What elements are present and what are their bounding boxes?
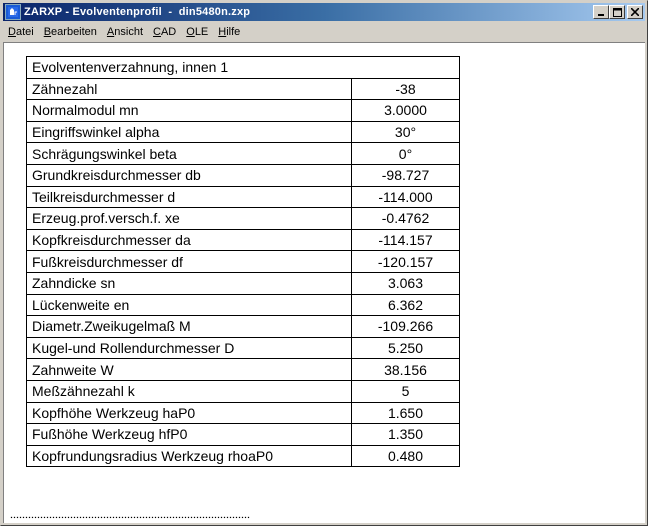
parameter-label: Diametr.Zweikugelmaß M xyxy=(26,315,352,338)
menu-accelerator: C xyxy=(153,25,161,38)
table-row: Teilkreisdurchmesser d -114.000 xyxy=(26,185,460,209)
parameter-value: -109.266 xyxy=(351,315,460,338)
close-icon xyxy=(631,8,639,16)
table-header-row: Evolventenverzahnung, innen 1 xyxy=(26,56,460,79)
menu-datei[interactable]: Datei xyxy=(3,26,39,38)
table-row: Grundkreisdurchmesser db -98.727 xyxy=(26,163,460,187)
parameter-label: Teilkreisdurchmesser d xyxy=(26,185,352,209)
table-title: Evolventenverzahnung, innen 1 xyxy=(26,56,460,79)
parameter-label: Kugel-und Rollendurchmesser D xyxy=(26,336,352,360)
parameter-label: Zahndicke sn xyxy=(26,271,352,295)
parameter-label: Grundkreisdurchmesser db xyxy=(26,163,352,187)
parameter-label: Erzeug.prof.versch.f. xe xyxy=(26,207,352,230)
parameter-value: 6.362 xyxy=(351,293,460,317)
parameter-value: -120.157 xyxy=(351,250,460,273)
menu-label-rest: LE xyxy=(194,25,209,38)
table-row: Kugel-und Rollendurchmesser D 5.250 xyxy=(26,336,460,360)
footer-text-strip: ▪▪▪▪▪▪▪▪▪▪▪▪▪▪▪▪▪▪▪▪▪▪▪▪▪▪▪▪▪▪▪▪▪▪▪▪▪▪▪▪… xyxy=(10,515,251,521)
parameter-label: Eingriffswinkel alpha xyxy=(26,120,352,144)
parameter-value: 38.156 xyxy=(351,358,460,381)
parameter-value: -114.157 xyxy=(351,228,460,252)
parameter-label: Zahnweite W xyxy=(26,358,352,381)
table-row: Meßzähnezahl k5 xyxy=(26,379,460,403)
app-window: ZARXP - Evolventenprofil - din5480n.zxp … xyxy=(0,0,648,526)
menu-bar: Datei Bearbeiten Ansicht CAD OLE Hilfe xyxy=(3,22,645,41)
parameter-label: Fußkreisdurchmesser df xyxy=(26,250,352,273)
menu-label-rest: nsicht xyxy=(114,25,144,38)
parameter-value: -98.727 xyxy=(351,163,460,187)
menu-bearbeiten[interactable]: Bearbeiten xyxy=(39,26,102,38)
parameter-value: -114.000 xyxy=(351,185,460,209)
menu-hilfe[interactable]: Hilfe xyxy=(213,26,245,38)
table-row: Normalmodul mn 3.0000 xyxy=(26,99,460,122)
menu-label-rest: ilfe xyxy=(226,25,241,38)
close-button[interactable] xyxy=(627,5,643,19)
menu-accelerator: B xyxy=(43,25,52,38)
table-row: Erzeug.prof.versch.f. xe -0.4762 xyxy=(26,207,460,230)
table-row: Schrägungswinkel beta 0° xyxy=(26,142,460,165)
parameter-value: -38 xyxy=(351,77,460,101)
maximize-button[interactable] xyxy=(609,5,625,19)
parameter-label: Lückenweite en xyxy=(26,293,352,317)
maximize-icon xyxy=(612,7,622,17)
table-row: Lückenweite en 6.362 xyxy=(26,293,460,317)
table-row: Zahnweite W 38.156 xyxy=(26,358,460,381)
table-row: Kopfhöhe Werkzeug haP0 1.650 xyxy=(26,401,460,425)
table-row: Eingriffswinkel alpha 30° xyxy=(26,120,460,144)
table-row: Zahndicke sn 3.063 xyxy=(26,271,460,295)
table-row: Diametr.Zweikugelmaß M -109.266 xyxy=(26,315,460,338)
parameter-label: Normalmodul mn xyxy=(26,99,352,122)
parameter-value: 30° xyxy=(351,120,460,144)
gear-profile-icon xyxy=(8,7,18,17)
table-row: Kopfkreisdurchmesser da -114.157 xyxy=(26,228,460,252)
table-row: Kopfrundungsradius Werkzeug rhoaP0 0.480 xyxy=(26,444,460,468)
document-area: Evolventenverzahnung, innen 1 Zähnezahl -… xyxy=(3,42,645,523)
menu-ole[interactable]: OLE xyxy=(181,26,213,38)
parameter-value: 0.480 xyxy=(351,444,460,468)
window-title: ZARXP - Evolventenprofil - din5480n.zxp xyxy=(24,6,251,18)
parameter-label: Meßzähnezahl k xyxy=(26,379,352,403)
menu-cad[interactable]: CAD xyxy=(148,26,181,38)
title-bar[interactable]: ZARXP - Evolventenprofil - din5480n.zxp xyxy=(3,3,645,21)
menu-ansicht[interactable]: Ansicht xyxy=(102,26,148,38)
table-row: Fußkreisdurchmesser df -120.157 xyxy=(26,250,460,273)
parameter-label: Kopfrundungsradius Werkzeug rhoaP0 xyxy=(26,444,352,468)
parameter-value: 0° xyxy=(351,142,460,165)
menu-accelerator: D xyxy=(8,25,16,38)
app-icon[interactable] xyxy=(5,4,21,20)
parameter-value: 3.0000 xyxy=(351,99,460,122)
gear-data-table: Evolventenverzahnung, innen 1 Zähnezahl -… xyxy=(26,56,460,468)
parameter-value: 3.063 xyxy=(351,271,460,295)
minimize-icon xyxy=(598,14,604,16)
parameter-label: Fußhöhe Werkzeug hfP0 xyxy=(26,423,352,446)
parameter-label: Schrägungswinkel beta xyxy=(26,142,352,165)
minimize-button[interactable] xyxy=(593,5,609,19)
parameter-value: -0.4762 xyxy=(351,207,460,230)
parameter-label: Zähnezahl xyxy=(26,77,352,101)
parameter-value: 5.250 xyxy=(351,336,460,360)
parameter-value: 5 xyxy=(351,379,460,403)
table-row: Fußhöhe Werkzeug hfP0 1.350 xyxy=(26,423,460,446)
menu-label-rest: atei xyxy=(15,25,34,38)
menu-label-rest: earbeiten xyxy=(51,25,97,38)
parameter-label: Kopfkreisdurchmesser da xyxy=(26,228,352,252)
menu-label-rest: AD xyxy=(160,25,177,38)
parameter-value: 1.350 xyxy=(351,423,460,446)
parameter-label: Kopfhöhe Werkzeug haP0 xyxy=(26,401,352,425)
window-controls xyxy=(593,5,643,19)
table-row: Zähnezahl -38 xyxy=(26,77,460,101)
menu-accelerator: O xyxy=(186,25,195,38)
parameter-value: 1.650 xyxy=(351,401,460,425)
